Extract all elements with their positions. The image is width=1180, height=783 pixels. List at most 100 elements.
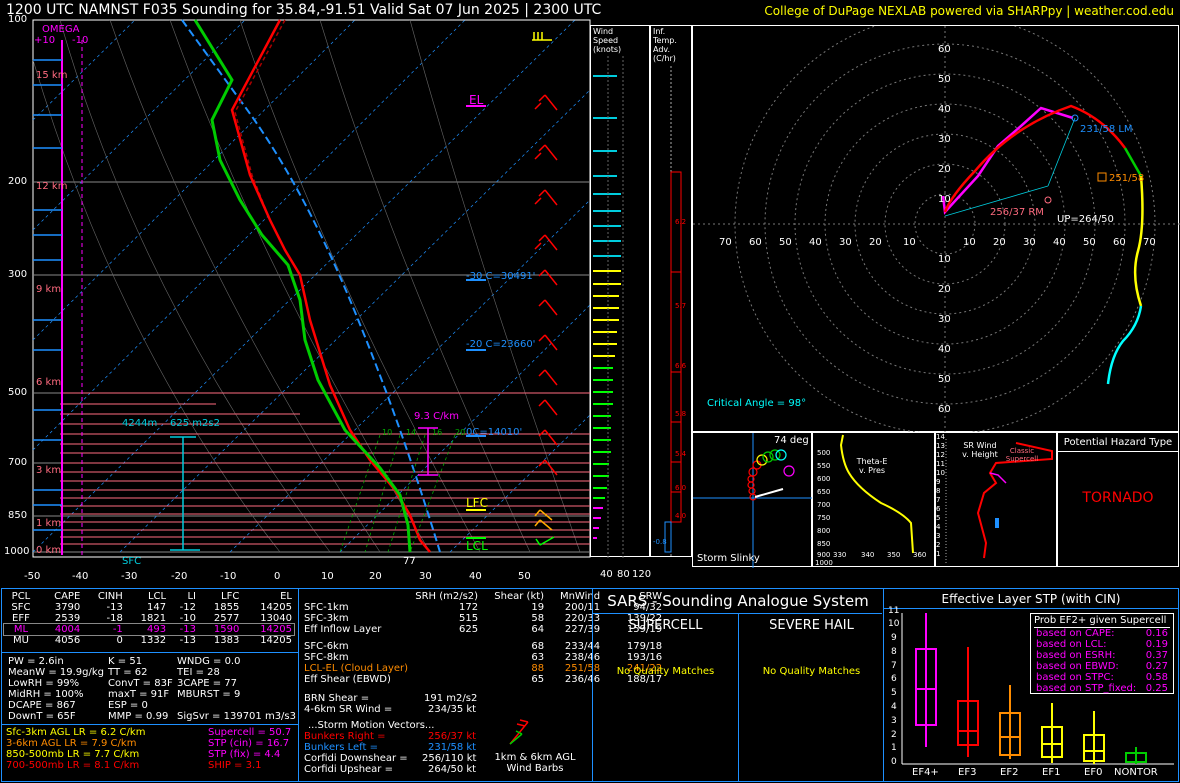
hodo-x-label: 70 (719, 237, 732, 248)
hodo-x-label: 20 (869, 237, 882, 248)
prob-label: based on STPC: (1036, 672, 1114, 683)
hodo-ring-label: 30 (938, 134, 951, 145)
kin-cell: SFC-1km (304, 602, 349, 613)
hodo-ring-label: 50 (938, 374, 951, 385)
sr-wind-panel: SR Wind v. Height Classic Supercell 14 1… (935, 432, 1057, 567)
stp-y-label: 4 (891, 702, 897, 712)
sr-height-label: 11 (936, 460, 945, 468)
storm-slinky-panel: 74 deg Storm Slinky (692, 432, 813, 568)
index-cell: TT = 62 (108, 667, 148, 678)
lfc-label: LFC (466, 496, 488, 510)
prob-label: based on CAPE: (1036, 628, 1115, 639)
storm-slinky-label: Storm Slinky (697, 553, 760, 564)
sr-height-label: 9 (936, 478, 941, 486)
theta-e-x: 360 (913, 551, 927, 559)
mixing-ratio-label: 10 (382, 428, 393, 437)
parcel-cell: 147 (147, 602, 167, 613)
box-ef3 (957, 647, 979, 757)
stp-y-label: 1 (891, 743, 897, 753)
theta-e-pres: 650 (817, 488, 831, 496)
stp-y-label: 3 (891, 716, 897, 726)
sr-height-label: 1 (936, 550, 941, 558)
pressure-label: 1000 (4, 546, 30, 557)
theta-e-pres: 500 (817, 449, 831, 457)
sfc-label: SFC (122, 556, 142, 567)
kin-header: Shear (kt) (494, 591, 545, 602)
parcel-header: CINH (97, 591, 123, 602)
pressure-label: 500 (8, 387, 28, 398)
sars-hail-nomatch: No Quality Matches (762, 666, 861, 677)
temp-axis-label: 40 (469, 571, 482, 582)
theta-e-x: 330 (833, 551, 847, 559)
stp-y-label: 2 (891, 730, 897, 740)
composite-line: STP (fix) = 4.4 (208, 749, 281, 760)
kin-cell: 233/44 (564, 641, 601, 652)
sr-height-label: 14 (936, 433, 945, 441)
parcel-header: PCL (11, 591, 31, 602)
index-cell: K = 51 (108, 656, 143, 667)
stp-y-label: 6 (891, 674, 897, 684)
mixing-ratio-label: 16 (432, 428, 443, 437)
parcel-row-selected[interactable]: ML 4004 -1 493 -13 1590 14205 (3, 623, 295, 636)
lapse-rate-line: 850-500mb LR = 7.7 C/km (6, 749, 140, 760)
corfidi-up-label: Corfidi Upshear = (304, 764, 393, 775)
inflow-depth-label: 4244m (122, 418, 158, 429)
sr-wind-title: SR Wind v. Height (962, 441, 998, 459)
index-cell: SigSvr = 139701 m3/s3 (177, 711, 296, 722)
lapse-rate-label: 9.3 C/km (414, 411, 459, 422)
index-cell: 3CAPE = 77 (177, 678, 238, 689)
parcel-cell: 13040 (260, 613, 292, 624)
kin-cell (410, 641, 480, 652)
prob-value: 0.37 (1145, 650, 1168, 661)
temp-axis-label: -50 (24, 571, 41, 582)
slinky-angle-label: 74 deg (774, 435, 809, 446)
kin-cell: 625 (458, 624, 479, 635)
temp-adv-value: 5.4 (675, 450, 687, 458)
corfidi-down-label: Corfidi Downshear = (304, 753, 408, 764)
wind-barb-caption: 1km & 6km AGL Wind Barbs (494, 752, 576, 774)
hazard-panel: Potential Hazard Type TORNADO (1057, 432, 1179, 567)
kin-cell: SFC-3km (304, 613, 349, 624)
kin-cell: SFC-8km (304, 652, 349, 663)
classic-supercell-label: Classic Supercell (1005, 447, 1039, 463)
wind-speed-scale: 80 (617, 569, 630, 580)
critical-angle-label: Critical Angle = 98° (707, 398, 807, 409)
prob-label: based on LCL: (1036, 639, 1107, 650)
storm-motion-title: ...Storm Motion Vectors... (308, 720, 435, 731)
stp-y-label: 11 (888, 606, 900, 616)
parcel-cell: MU (12, 635, 29, 646)
effective-inflow-lines (60, 392, 590, 545)
parcel-cell: -13 (179, 624, 197, 635)
hodo-ring-label: 60 (938, 44, 951, 55)
hazard-title: Potential Hazard Type (1058, 433, 1178, 452)
temp-axis-label: -30 (121, 571, 138, 582)
theta-e-panel: Theta-E v. Pres 500 550 600 650 700 750 … (812, 432, 935, 567)
hodo-x-label: 20 (993, 237, 1006, 248)
parcel-cell: -10 (179, 613, 197, 624)
corfidi-down-value: 256/110 kt (422, 753, 477, 764)
kin-row: SFC-6km 68 233/44 179/18 (302, 641, 664, 652)
prob-value: 0.19 (1145, 639, 1168, 650)
sars-supercell-nomatch: No Quality Matches (616, 666, 715, 677)
left-mover-label: 231/58 LM (1080, 124, 1133, 135)
temp-axis-label: 0 (274, 571, 281, 582)
temp-axis-label: 50 (518, 571, 531, 582)
sr-height-label: 3 (936, 532, 941, 540)
parcel-cell: 1332 (140, 635, 167, 646)
hodo-x-label: 70 (1143, 237, 1156, 248)
mixing-ratio-label: 20 (455, 428, 466, 437)
composite-line: STP (cin) = 16.7 (208, 738, 290, 749)
theta-e-profile (839, 434, 914, 554)
lapse-rates: Sfc-3km AGL LR = 6.2 C/km 3-6km AGL LR =… (6, 727, 145, 771)
parcel-cell: 1383 (213, 635, 240, 646)
wind-speed-scale: 120 (632, 569, 652, 580)
bunkers-left-value: 231/58 kt (428, 742, 477, 753)
lapse-rate-line: Sfc-3km AGL LR = 6.2 C/km (6, 727, 146, 738)
parcel-cell: -13 (179, 635, 197, 646)
theta-e-pres: 550 (817, 462, 831, 470)
stp-title: Effective Layer STP (with CIN) (941, 592, 1121, 606)
hodo-ring-label: 30 (938, 314, 951, 325)
temp-axis-label: -40 (72, 571, 89, 582)
pressure-label: 850 (8, 510, 28, 521)
box-ef0 (1083, 711, 1105, 764)
